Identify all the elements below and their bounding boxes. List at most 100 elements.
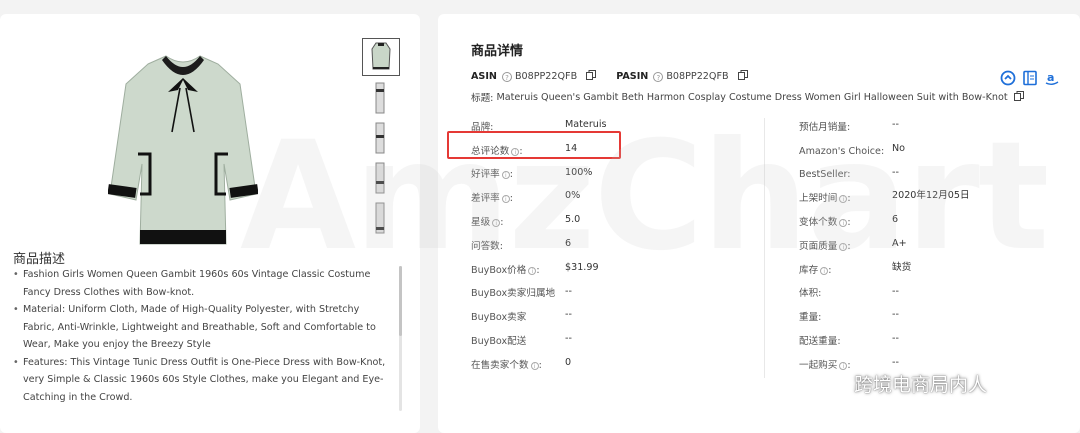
field-label: BuyBox价格: [471, 264, 527, 276]
field-label: 重量:: [799, 312, 822, 324]
info-icon[interactable]: i: [530, 361, 539, 370]
thumbnail-2[interactable]: [362, 80, 398, 116]
wechat-watermark: 跨境电商局内人: [818, 370, 987, 397]
field-value: --: [892, 333, 899, 345]
field-label: BuyBox配送: [471, 336, 527, 348]
field-value: 6: [892, 214, 899, 226]
thumbnail-5[interactable]: [362, 200, 398, 236]
wechat-icon: [818, 371, 848, 395]
product-main-image[interactable]: [108, 44, 258, 254]
field-value: --: [565, 285, 572, 297]
description-bullet: Fashion Girls Women Queen Gambit 1960s 6…: [13, 266, 391, 301]
field-label-wrap: 好评率 i:: [471, 164, 565, 188]
scrollbar-thumb[interactable]: [399, 266, 402, 336]
field-label: 在售卖家个数: [471, 359, 529, 371]
field-value: --: [565, 309, 572, 321]
field-value: No: [892, 142, 906, 154]
product-image-panel: 商品描述 Fashion Girls Women Queen Gambit 19…: [0, 14, 420, 433]
field-value: --: [892, 166, 899, 178]
field-label-wrap: 页面质量 i:: [799, 235, 892, 259]
thumbnail-1[interactable]: [362, 38, 400, 76]
field-row: 差评率 i:0%: [471, 187, 751, 211]
description-bullet: Features: This Vintage Tunic Dress Outfi…: [13, 354, 391, 407]
description-bullet: Material: Uniform Cloth, Made of High-Qu…: [13, 301, 391, 354]
review-count-highlight: [447, 131, 621, 159]
info-icon[interactable]: i: [839, 219, 848, 228]
field-label-wrap: 差评率 i:: [471, 187, 565, 211]
field-value: 2020年12月05日: [892, 190, 970, 202]
field-row: BuyBox卖家 --: [471, 306, 751, 330]
help-icon[interactable]: ?: [653, 71, 664, 82]
field-value: A+: [892, 237, 907, 249]
field-label-wrap: BuyBox价格 i:: [471, 259, 565, 283]
field-label: 库存: [799, 264, 819, 276]
description-scrollbar[interactable]: [399, 266, 402, 411]
field-label: 预估月销量:: [799, 121, 851, 133]
field-row: BuyBox配送 --: [471, 330, 751, 354]
info-icon[interactable]: i: [839, 195, 848, 204]
info-icon[interactable]: i: [492, 219, 501, 228]
asin-label: ASIN: [471, 71, 497, 82]
info-icon[interactable]: i: [839, 242, 848, 251]
amazon-icon[interactable]: a: [1044, 70, 1060, 86]
field-label-wrap: 变体个数 i:: [799, 211, 892, 235]
details-title: 商品详情: [471, 44, 524, 59]
field-row: 好评率 i:100%: [471, 164, 751, 188]
field-row: BuyBox卖家归属地 --: [471, 283, 751, 307]
field-value: 100%: [565, 166, 593, 178]
book-icon[interactable]: [1022, 70, 1038, 86]
pasin-label: PASIN: [616, 71, 649, 82]
field-value: --: [565, 333, 572, 345]
field-label: BestSeller:: [799, 169, 851, 181]
field-value: --: [892, 119, 899, 130]
field-label: 页面质量: [799, 240, 838, 252]
title-row: 标题: Materuis Queen's Gambit Beth Harmon …: [471, 90, 1044, 104]
field-value: 缺货: [892, 261, 912, 273]
wechat-account-name: 跨境电商局内人: [854, 374, 988, 396]
copy-icon[interactable]: [737, 70, 748, 83]
field-value: 0: [565, 356, 572, 368]
field-row: 预估月销量: --: [799, 116, 1059, 140]
field-row: 体积: --: [799, 283, 1059, 307]
field-value: 6: [565, 237, 572, 249]
field-value: $31.99: [565, 261, 599, 273]
help-icon[interactable]: ?: [501, 71, 512, 82]
copy-icon[interactable]: [1013, 90, 1024, 104]
field-value: --: [892, 285, 899, 297]
field-label: 差评率: [471, 193, 500, 205]
field-row: BestSeller: --: [799, 164, 1059, 188]
field-label: BuyBox卖家: [471, 312, 527, 324]
info-icon[interactable]: i: [839, 361, 848, 370]
field-label: 变体个数: [799, 217, 838, 229]
info-icon[interactable]: i: [820, 266, 829, 275]
field-label: 问答数:: [471, 240, 504, 252]
keepa-icon[interactable]: [1000, 70, 1016, 86]
field-row: 库存 i: 缺货: [799, 259, 1059, 283]
field-value: 0%: [565, 190, 581, 202]
thumbnail-4[interactable]: [362, 160, 398, 196]
field-row: 问答数: 6: [471, 235, 751, 259]
column-divider: [764, 118, 765, 378]
description-list: Fashion Girls Women Queen Gambit 1960s 6…: [13, 266, 391, 414]
copy-icon[interactable]: [586, 70, 597, 83]
thumbnail-3[interactable]: [362, 120, 398, 156]
field-label: 体积:: [799, 288, 822, 300]
thumbnail-strip: [362, 38, 400, 240]
field-row: 在售卖家个数 i:0: [471, 354, 751, 378]
title-label: 标题:: [471, 93, 494, 104]
field-label: 上架时间: [799, 193, 838, 205]
pasin-value: B08PP22QFB: [666, 71, 729, 82]
field-label-wrap: 星级 i:: [471, 211, 565, 235]
product-title: Materuis Queen's Gambit Beth Harmon Cosp…: [496, 91, 1008, 103]
field-label-wrap: 库存 i:: [799, 259, 892, 283]
info-icon[interactable]: i: [528, 266, 537, 275]
field-value: 5.0: [565, 214, 581, 226]
field-list-right: 预估月销量: -- Amazon's Choice: No BestSeller: -…: [799, 116, 1059, 378]
field-label: Amazon's Choice:: [799, 145, 885, 157]
field-label: 星级: [471, 217, 491, 229]
field-row: Amazon's Choice: No: [799, 140, 1059, 164]
info-icon[interactable]: i: [501, 171, 510, 180]
field-row: 变体个数 i:6: [799, 211, 1059, 235]
svg-text:a: a: [1047, 71, 1054, 84]
info-icon[interactable]: i: [501, 195, 510, 204]
